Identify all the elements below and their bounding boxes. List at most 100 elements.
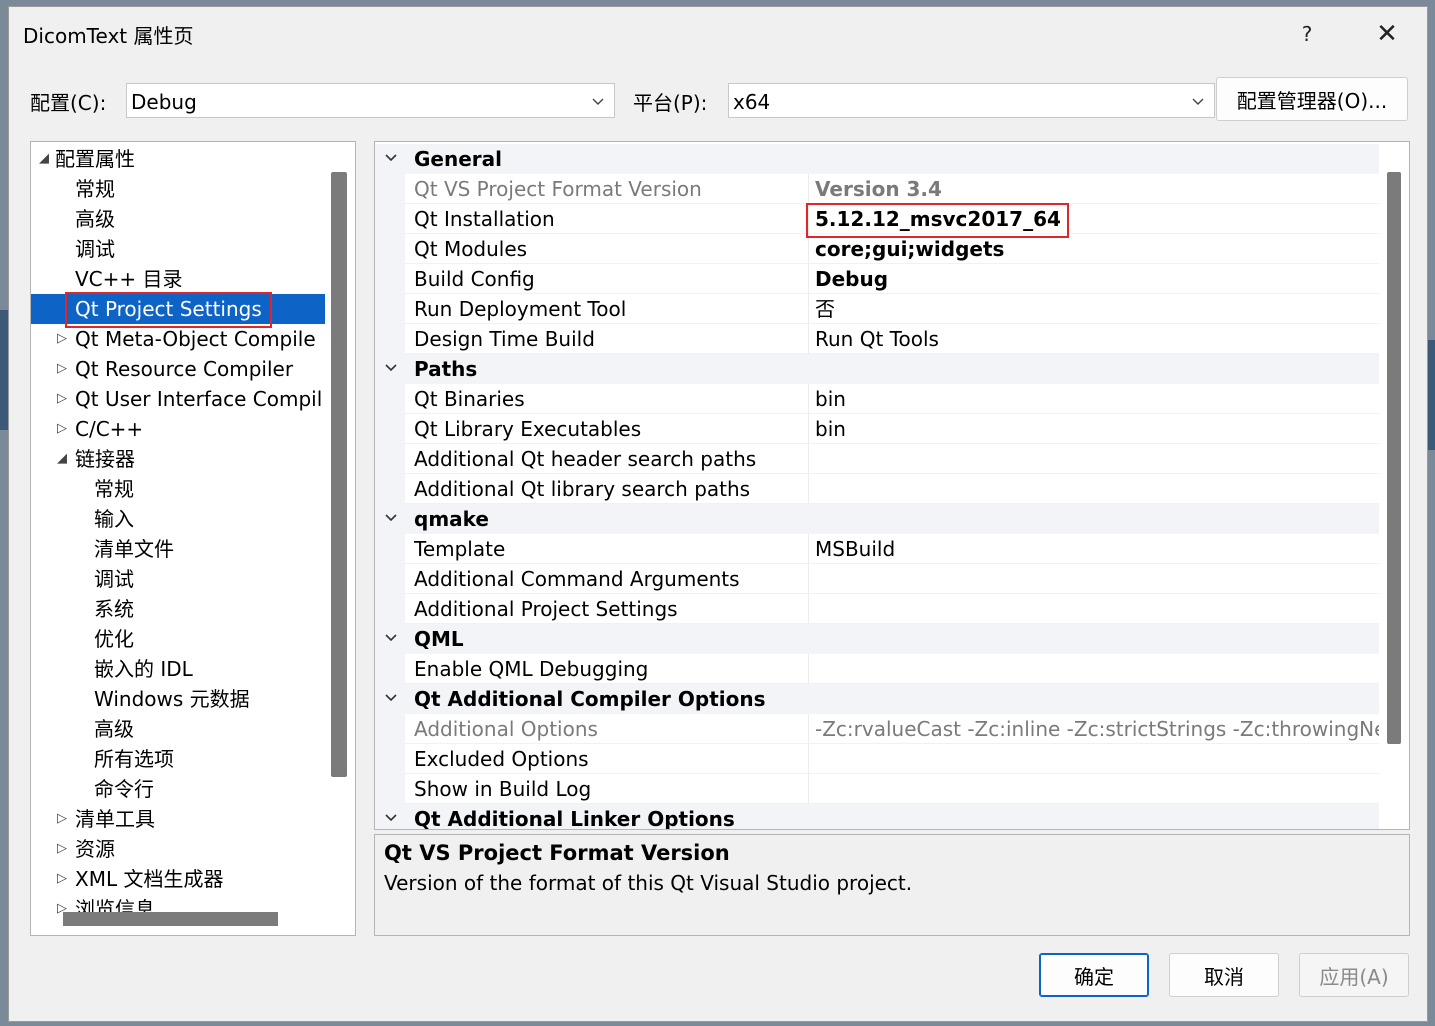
- property-value[interactable]: -Zc:rvalueCast -Zc:inline -Zc:strictStri…: [815, 714, 1379, 744]
- grid-category-row[interactable]: qmake: [375, 504, 1379, 534]
- grid-property-row[interactable]: Excluded Options: [375, 744, 1379, 774]
- expand-arrow-icon[interactable]: ▷: [57, 384, 71, 414]
- expand-arrow-icon[interactable]: ▷: [57, 414, 71, 444]
- expand-arrow-icon[interactable]: ▷: [57, 324, 71, 354]
- configuration-combo[interactable]: Debug: [126, 83, 615, 118]
- tree-item[interactable]: Qt Project Settings: [31, 294, 325, 324]
- tree-item[interactable]: ▷ Qt User Interface Compil: [31, 384, 325, 414]
- property-name: Additional Command Arguments: [414, 564, 809, 594]
- chevron-down-icon[interactable]: [384, 153, 398, 163]
- tree-item[interactable]: 调试: [31, 234, 325, 264]
- chevron-down-icon[interactable]: [384, 693, 398, 703]
- grid-category-row[interactable]: QML: [375, 624, 1379, 654]
- grid-property-row[interactable]: Additional Options -Zc:rvalueCast -Zc:inl…: [375, 714, 1379, 744]
- tree-item[interactable]: ◢ 配置属性: [31, 144, 325, 174]
- property-grid[interactable]: Qt Additional Linker Options Show in Buil…: [374, 141, 1410, 830]
- grid-property-row[interactable]: Template MSBuild: [375, 534, 1379, 564]
- tree-item[interactable]: 所有选项: [31, 744, 325, 774]
- category-name: General: [414, 147, 502, 171]
- property-value[interactable]: MSBuild: [815, 534, 1379, 564]
- grid-property-row[interactable]: Design Time Build Run Qt Tools: [375, 324, 1379, 354]
- chevron-down-icon[interactable]: [384, 513, 398, 523]
- help-button[interactable]: ?: [1287, 17, 1327, 51]
- tree-item[interactable]: ▷ C/C++: [31, 414, 325, 444]
- property-value[interactable]: Debug: [815, 264, 1379, 294]
- collapse-arrow-icon[interactable]: ◢: [39, 144, 53, 174]
- gutter: [375, 324, 405, 354]
- property-value[interactable]: bin: [815, 414, 1379, 444]
- tree-item-label: 嵌入的 IDL: [94, 657, 193, 681]
- grid-property-row[interactable]: Show in Build Log: [375, 774, 1379, 804]
- cancel-button[interactable]: 取消: [1169, 953, 1279, 997]
- tree-item[interactable]: 命令行: [31, 774, 325, 804]
- configuration-manager-button[interactable]: 配置管理器(O)...: [1216, 77, 1408, 121]
- grid-property-row[interactable]: Additional Qt header search paths: [375, 444, 1379, 474]
- property-name: Additional Project Settings: [414, 594, 809, 624]
- gutter: [375, 624, 405, 654]
- expand-arrow-icon[interactable]: ▷: [57, 354, 71, 384]
- tree-item[interactable]: 清单文件: [31, 534, 325, 564]
- tree-item[interactable]: 输入: [31, 504, 325, 534]
- property-name: Design Time Build: [414, 324, 809, 354]
- grid-property-row[interactable]: Qt VS Project Format Version Version 3.4: [375, 174, 1379, 204]
- grid-category-row[interactable]: Paths: [375, 354, 1379, 384]
- chevron-down-icon: [592, 98, 604, 105]
- gutter: [375, 354, 405, 384]
- property-name: Additional Qt library search paths: [414, 474, 809, 504]
- grid-property-row[interactable]: Enable QML Debugging: [375, 654, 1379, 684]
- grid-property-row[interactable]: Additional Qt library search paths: [375, 474, 1379, 504]
- tree-item[interactable]: 高级: [31, 204, 325, 234]
- grid-property-row[interactable]: Run Deployment Tool 否: [375, 294, 1379, 324]
- property-value[interactable]: 否: [815, 294, 1379, 324]
- expand-arrow-icon[interactable]: ▷: [57, 834, 71, 864]
- grid-property-row[interactable]: Qt Installation 5.12.12_msvc2017_64: [375, 204, 1379, 234]
- tree-item[interactable]: 系统: [31, 594, 325, 624]
- ok-button[interactable]: 确定: [1039, 953, 1149, 997]
- property-value[interactable]: core;gui;widgets: [815, 234, 1379, 264]
- tree-item-label: C/C++: [75, 417, 144, 441]
- tree-item[interactable]: ▷ XML 文档生成器: [31, 864, 325, 894]
- property-value[interactable]: Version 3.4: [815, 174, 1379, 204]
- tree-vertical-scrollbar[interactable]: [331, 172, 347, 777]
- tree-item[interactable]: 高级: [31, 714, 325, 744]
- tree-item[interactable]: Windows 元数据: [31, 684, 325, 714]
- tree-item[interactable]: 嵌入的 IDL: [31, 654, 325, 684]
- tree-item[interactable]: VC++ 目录: [31, 264, 325, 294]
- grid-property-row[interactable]: Qt Modules core;gui;widgets: [375, 234, 1379, 264]
- grid-property-row[interactable]: Build Config Debug: [375, 264, 1379, 294]
- configuration-tree[interactable]: ▷ 浏览信息 ▷ XML 文档生成器 ▷ 资源 ▷ 清单工具 命令行 所有选项 高级 Windows …: [30, 141, 356, 936]
- tree-item[interactable]: ▷ 资源: [31, 834, 325, 864]
- grid-category-row[interactable]: Qt Additional Linker Options: [375, 804, 1379, 829]
- grid-vertical-scrollbar[interactable]: [1387, 172, 1401, 744]
- tree-item[interactable]: 常规: [31, 174, 325, 204]
- tree-item[interactable]: 常规: [31, 474, 325, 504]
- property-value[interactable]: bin: [815, 384, 1379, 414]
- collapse-arrow-icon[interactable]: ◢: [57, 444, 71, 474]
- grid-property-row[interactable]: Qt Library Executables bin: [375, 414, 1379, 444]
- expand-arrow-icon[interactable]: ▷: [57, 804, 71, 834]
- tree-item[interactable]: ▷ Qt Resource Compiler: [31, 354, 325, 384]
- tree-horizontal-scrollbar[interactable]: [63, 912, 278, 926]
- chevron-down-icon[interactable]: [384, 813, 398, 823]
- grid-property-row[interactable]: Additional Project Settings: [375, 594, 1379, 624]
- property-name: Show in Build Log: [414, 774, 809, 804]
- tree-item[interactable]: ▷ 清单工具: [31, 804, 325, 834]
- tree-item[interactable]: ▷ Qt Meta-Object Compile: [31, 324, 325, 354]
- grid-category-row[interactable]: Qt Additional Compiler Options: [375, 684, 1379, 714]
- property-name: Qt Installation: [414, 204, 809, 234]
- chevron-down-icon[interactable]: [384, 633, 398, 643]
- grid-category-row[interactable]: General: [375, 144, 1379, 174]
- tree-item-label: Qt Project Settings: [75, 297, 262, 321]
- chevron-down-icon[interactable]: [384, 363, 398, 373]
- property-value[interactable]: 5.12.12_msvc2017_64: [815, 204, 1379, 234]
- property-value[interactable]: Run Qt Tools: [815, 324, 1379, 354]
- tree-item[interactable]: 调试: [31, 564, 325, 594]
- grid-property-row[interactable]: Qt Binaries bin: [375, 384, 1379, 414]
- apply-button[interactable]: 应用(A): [1299, 953, 1409, 997]
- close-button[interactable]: ✕: [1367, 17, 1407, 51]
- tree-item[interactable]: ◢ 链接器: [31, 444, 325, 474]
- platform-combo[interactable]: x64: [728, 83, 1215, 118]
- expand-arrow-icon[interactable]: ▷: [57, 864, 71, 894]
- tree-item[interactable]: 优化: [31, 624, 325, 654]
- grid-property-row[interactable]: Additional Command Arguments: [375, 564, 1379, 594]
